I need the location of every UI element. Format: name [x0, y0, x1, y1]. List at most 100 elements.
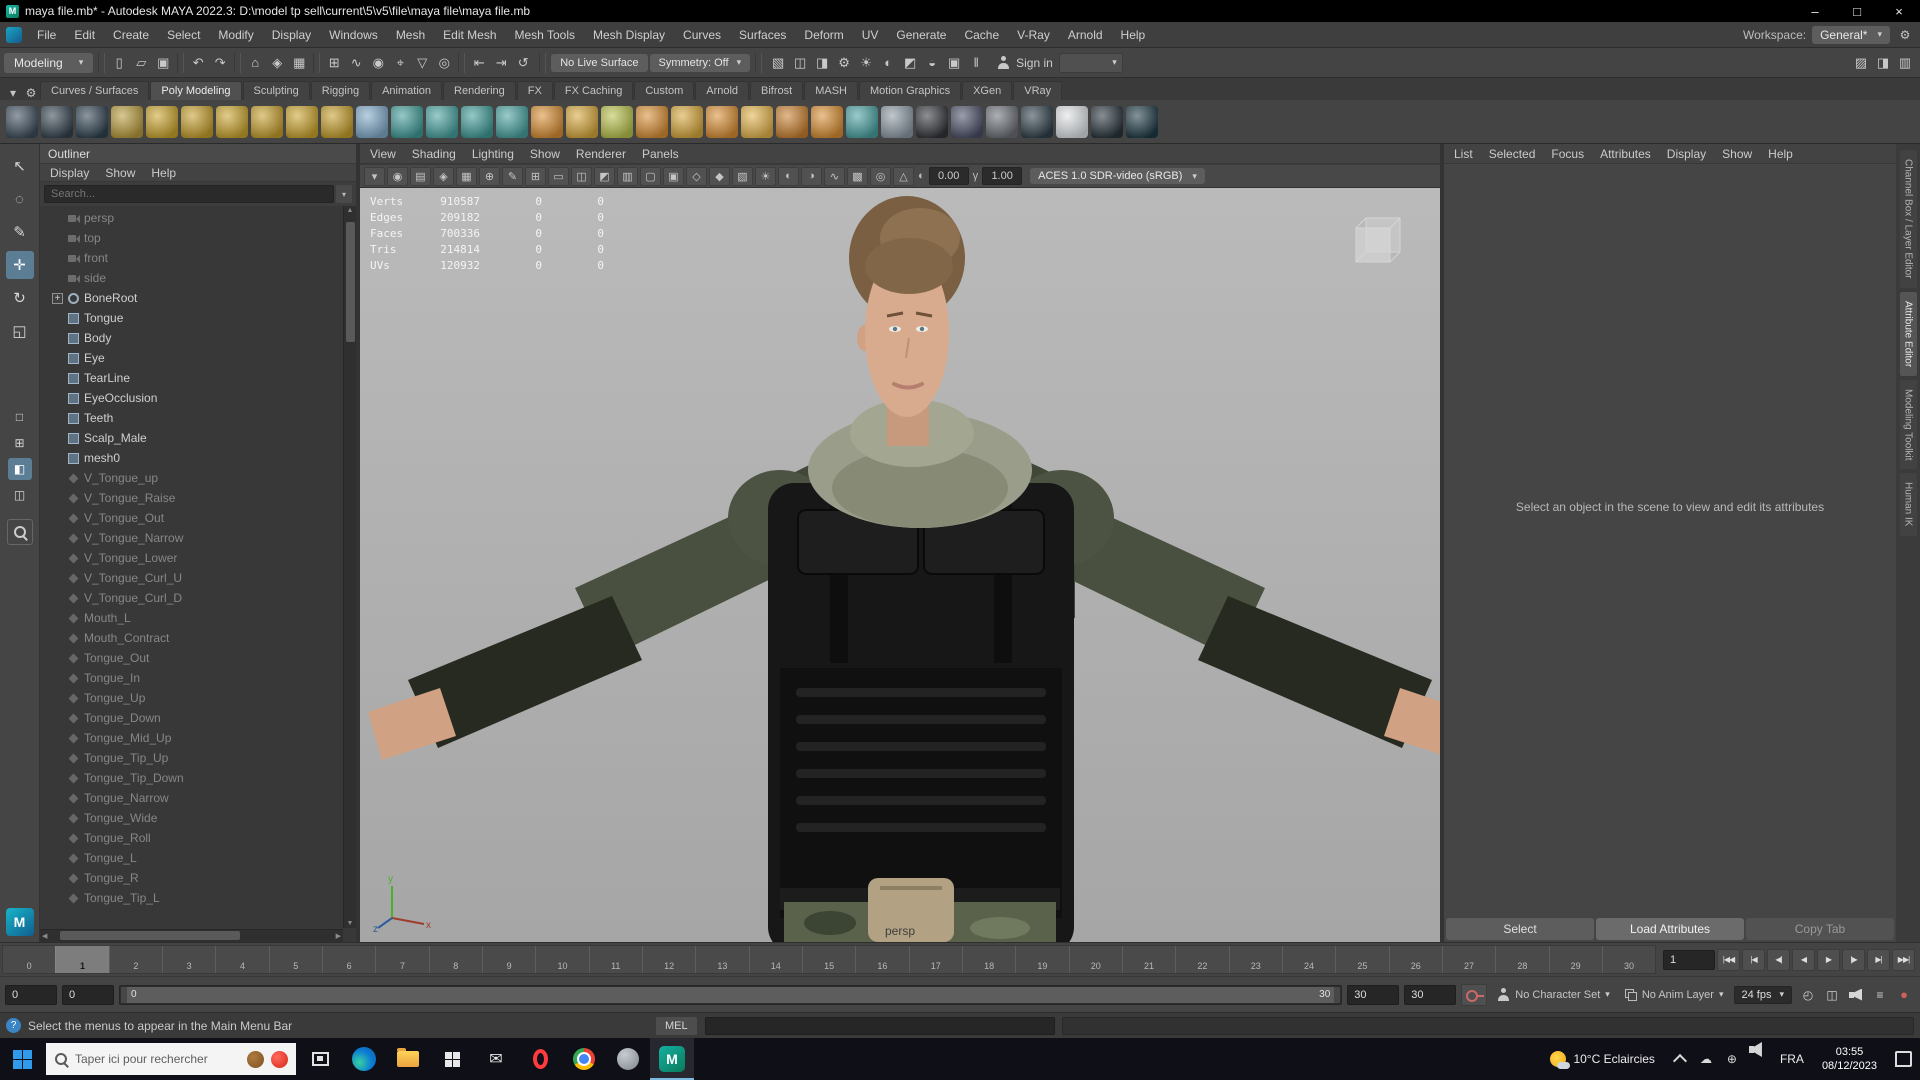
scrollbar-handle[interactable]	[346, 222, 355, 342]
output-connections-icon[interactable]: ⇥	[490, 52, 512, 74]
timeline-frame-12[interactable]: 12	[641, 946, 695, 973]
menu-set-dropdown[interactable]: Modeling ▾	[4, 52, 94, 73]
menu-mesh[interactable]: Mesh	[387, 24, 434, 46]
shelf-render-sphere-icon[interactable]	[916, 105, 948, 138]
timeline-frame-0[interactable]: 0	[3, 946, 55, 973]
media-app[interactable]	[606, 1038, 650, 1080]
shelf-node-graph-icon[interactable]	[76, 105, 108, 138]
maximize-button[interactable]: □	[1836, 0, 1878, 22]
shelf-frame-icon[interactable]	[1056, 105, 1088, 138]
select-by-hierarchy-icon[interactable]: ⌂	[244, 52, 266, 74]
ae-menu-show[interactable]: Show	[1714, 146, 1760, 162]
shelf-multi-cut-icon[interactable]	[636, 105, 668, 138]
new-scene-icon[interactable]: ▯	[108, 52, 130, 74]
shelf-poly-torus-icon[interactable]	[286, 105, 318, 138]
scroll-down-icon[interactable]: ▼	[347, 920, 354, 927]
viewport-menu-show[interactable]: Show	[522, 146, 568, 162]
menu-file[interactable]: File	[28, 24, 65, 46]
step-back-frame-button[interactable]: |◀	[1742, 948, 1765, 971]
vray-framebuffer-icon[interactable]: ▣	[943, 52, 965, 74]
timeline-frame-15[interactable]: 15	[801, 946, 855, 973]
menu-edit[interactable]: Edit	[65, 24, 104, 46]
sign-in-area[interactable]: Sign in ▾	[997, 52, 1123, 73]
lasso-tool[interactable]: ◌	[6, 185, 34, 213]
mute-icon[interactable]	[1845, 984, 1867, 1006]
load-attributes-button[interactable]: Load Attributes	[1596, 918, 1744, 940]
pan-zoom-icon[interactable]: ⊕	[479, 166, 500, 186]
timeline-frame-2[interactable]: 2	[108, 946, 162, 973]
outliner-item-tongue[interactable]: Tongue	[40, 308, 342, 328]
select-by-component-icon[interactable]: ▦	[288, 52, 310, 74]
shelf-poly-sphere-icon[interactable]	[146, 105, 178, 138]
timeline-frame-9[interactable]: 9	[481, 946, 535, 973]
grease-pencil-icon[interactable]: ✎	[502, 166, 523, 186]
shelf-target-weld-icon[interactable]	[671, 105, 703, 138]
timeline-frame-4[interactable]: 4	[215, 946, 268, 973]
menu-select[interactable]: Select	[158, 24, 209, 46]
shelf-tab-animation[interactable]: Animation	[371, 81, 443, 100]
timeline-ticks[interactable]: 0 1 2 3 4 5 6 7 8 9 10 11 12 13 14 15 16 17 18 19 20 21 22 23 24…	[2, 945, 1656, 974]
shelf-tab-mash[interactable]: MASH	[804, 81, 858, 100]
range-slider-bar[interactable]: 0 30	[121, 986, 1341, 1003]
shelf-poly-plane-icon[interactable]	[356, 105, 388, 138]
wireframe-icon[interactable]: ◇	[686, 166, 707, 186]
outliner-item-teeth[interactable]: Teeth	[40, 408, 342, 428]
ae-menu-display[interactable]: Display	[1659, 146, 1714, 162]
undo-icon[interactable]: ↶	[187, 52, 209, 74]
motion-blur-icon[interactable]: ∿	[824, 166, 845, 186]
group-separator[interactable]	[755, 52, 763, 73]
safe-action-icon[interactable]: ▢	[640, 166, 661, 186]
safe-title-icon[interactable]: ▣	[663, 166, 684, 186]
shelf-menu-icon[interactable]: ▾	[4, 86, 22, 100]
shelf-poly-cube-icon[interactable]	[181, 105, 213, 138]
minimize-button[interactable]: –	[1794, 0, 1836, 22]
shelf-material-sphere-icon[interactable]	[951, 105, 983, 138]
outliner-item-v-tongue-curl-u[interactable]: V_Tongue_Curl_U	[40, 568, 342, 588]
ae-menu-help[interactable]: Help	[1760, 146, 1801, 162]
ae-menu-selected[interactable]: Selected	[1481, 146, 1544, 162]
shelf-mirror-icon[interactable]	[566, 105, 598, 138]
copy-tab-button[interactable]: Copy Tab	[1746, 918, 1894, 940]
hypershade-icon[interactable]: ◩	[899, 52, 921, 74]
redo-icon[interactable]: ↷	[209, 52, 231, 74]
shelf-sculpt-icon[interactable]	[706, 105, 738, 138]
weather-widget[interactable]: 10°C Eclaircies	[1538, 1038, 1667, 1080]
cloud-icon[interactable]: ☁	[1693, 1038, 1719, 1080]
timeline-frame-25[interactable]: 25	[1335, 946, 1388, 973]
menu-windows[interactable]: Windows	[320, 24, 387, 46]
select-button[interactable]: Select	[1446, 918, 1594, 940]
scroll-up-icon[interactable]: ▲	[347, 207, 354, 214]
shelf-poly-cone-icon[interactable]	[251, 105, 283, 138]
render-settings-icon[interactable]: ⚙	[833, 52, 855, 74]
timeline-frame-27[interactable]: 27	[1441, 946, 1495, 973]
shelf-bevel-icon[interactable]	[426, 105, 458, 138]
symmetry-dropdown[interactable]: Symmetry: Off ▾	[649, 53, 751, 72]
field-chart-icon[interactable]: ▥	[617, 166, 638, 186]
outliner-item-tongue-l[interactable]: Tongue_L	[40, 848, 342, 868]
outliner-item-tongue-out[interactable]: Tongue_Out	[40, 648, 342, 668]
menu-uv[interactable]: UV	[853, 24, 888, 46]
ae-menu-focus[interactable]: Focus	[1543, 146, 1592, 162]
save-scene-icon[interactable]: ▣	[152, 52, 174, 74]
isolate-select-icon[interactable]: △	[893, 166, 914, 186]
timeline-frame-8[interactable]: 8	[428, 946, 482, 973]
workspace-options-icon[interactable]: ⚙	[1896, 28, 1914, 42]
toggle-attribute-editor-icon[interactable]: ◨	[1872, 52, 1894, 74]
light-editor-icon[interactable]: ☀	[855, 52, 877, 74]
snap-to-point-icon[interactable]: ◉	[367, 52, 389, 74]
group-separator[interactable]	[458, 52, 466, 73]
play-forward-button[interactable]: ▶	[1817, 948, 1840, 971]
shelf-texture-sphere-icon[interactable]	[986, 105, 1018, 138]
outliner-item-eye[interactable]: Eye	[40, 348, 342, 368]
toggle-channel-box-icon[interactable]: ▥	[1894, 52, 1916, 74]
timeline-frame-30[interactable]: 30	[1601, 946, 1655, 973]
shelf-tab-arnold[interactable]: Arnold	[695, 81, 750, 100]
maya-app[interactable]: M	[650, 1038, 694, 1080]
move-tool[interactable]: ✛	[5, 251, 34, 279]
use-all-lights-icon[interactable]: ☀	[755, 166, 776, 186]
taskbar-search-box[interactable]: Taper ici pour rechercher	[46, 1043, 296, 1075]
outliner-item-mouth-l[interactable]: Mouth_L	[40, 608, 342, 628]
shelf-tab-rigging[interactable]: Rigging	[310, 81, 371, 100]
outliner-item-tongue-tip-down[interactable]: Tongue_Tip_Down	[40, 768, 342, 788]
outliner-menu-show[interactable]: Show	[97, 165, 143, 181]
